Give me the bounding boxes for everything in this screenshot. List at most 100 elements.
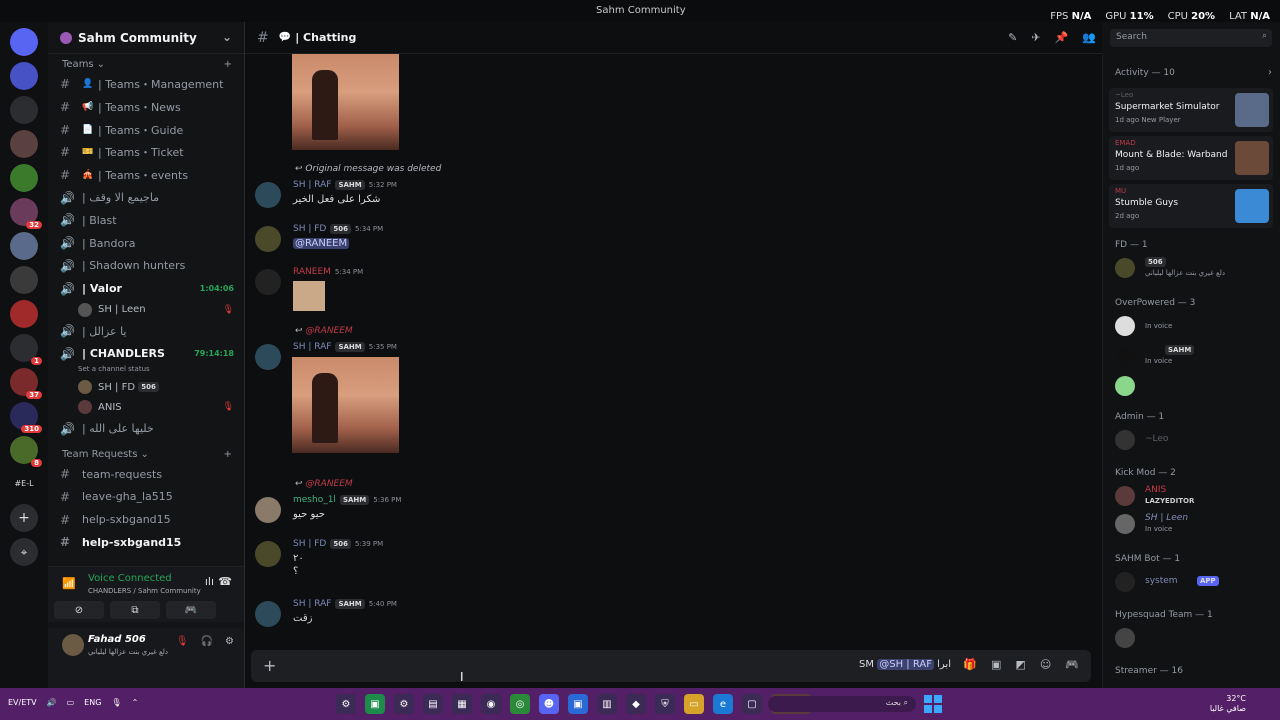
avatar[interactable] [255,497,281,523]
language-indicator[interactable]: ENG [84,698,101,707]
voice-channel[interactable]: 🔊 | ماجيمع الا وقف [48,186,244,209]
search-input[interactable]: Search ⌕ [1110,29,1272,47]
activity-button[interactable]: 🎮 [166,601,216,619]
shield-icon[interactable]: ⛨ [655,694,675,714]
upload-plus-icon[interactable]: + [263,656,276,675]
avatar[interactable] [255,182,281,208]
add-channel-icon[interactable]: + [224,59,232,70]
member-item[interactable]: ANIS LAZYEDITOR [1115,484,1275,508]
server-header[interactable]: Sahm Community ⌄ [48,22,244,54]
voice-channel[interactable]: 🔊 | يا عزالل [48,320,244,343]
server-icon[interactable]: 1 [10,334,42,365]
camera-button[interactable]: ⊘ [54,601,104,619]
emoji-icon[interactable]: ☺ [1040,658,1051,671]
app-icon[interactable]: ◆ [626,694,646,714]
reply-preview[interactable]: ↩ @RANEEM [295,479,353,489]
avatar[interactable] [255,344,281,370]
voice-channel-bandora[interactable]: 🔊 | Bandora [48,232,244,255]
voice-user[interactable]: SH | FD 506 [48,377,244,397]
obs-icon[interactable]: ◉ [481,694,501,714]
message-input[interactable]: SM @SH | RAF ابرا [859,659,951,670]
channel-leave[interactable]: # leave-gha_la515 [48,486,244,509]
image-attachment[interactable] [292,357,399,453]
members-icon[interactable]: 👥 [1082,31,1096,44]
apps-icon[interactable]: 🎮 [1065,658,1079,671]
signal-icon[interactable]: 📶 [62,577,76,590]
author-name[interactable]: SH | FD [293,224,326,234]
author-name[interactable]: RANEEM [293,267,331,277]
avatar[interactable] [255,601,281,627]
chevron-down-icon[interactable]: ⌄ [222,30,232,44]
voice-user[interactable]: SH | Leen 🎙 [48,300,244,320]
author-name[interactable]: SH | FD [293,539,326,549]
deafen-icon[interactable]: 🎧 [201,636,213,647]
member-item[interactable]: SH | Leen In voice [1115,512,1275,536]
taskbar-search[interactable]: بحث ⌕ [768,696,916,712]
category-team-requests[interactable]: Team Requests ⌄ + [48,446,244,463]
settings-icon[interactable]: ⚙ [394,694,414,714]
windows-start-icon[interactable] [924,695,942,713]
channel-teams-news[interactable]: # 📢 | Teams・News [48,96,244,119]
member-item[interactable]: 506 دلع غيري بنت عزالها ليلياني [1115,256,1275,280]
mention[interactable]: @RANEEM [293,238,350,249]
add-server-icon[interactable]: + [10,504,38,532]
mute-icon[interactable]: 🎙 [176,636,189,647]
battery-icon[interactable]: ▭ [67,698,75,707]
server-icon[interactable] [10,96,38,124]
member-item[interactable]: SAHM In voice [1115,344,1275,368]
server-icon[interactable] [10,232,38,260]
activity-card[interactable]: EMAD Mount & Blade: Warband 1d ago [1109,136,1273,180]
channel-help[interactable]: # help-sxbgand15 [48,508,244,531]
discord-icon[interactable]: ☻ [539,694,559,714]
voice-channel-chandlers[interactable]: 🔊 | CHANDLERS 79:14:18 [48,343,244,366]
voice-channel-blast[interactable]: 🔊 | Blast [48,209,244,232]
app-icon[interactable]: ▢ [742,694,762,714]
app-icon[interactable]: ▦ [452,694,472,714]
avatar[interactable] [255,541,281,567]
server-icon[interactable] [10,266,38,294]
channel-teams-ticket[interactable]: # 🎫 | Teams・Ticket [48,141,244,164]
member-item[interactable] [1115,626,1275,650]
channel-teams-guide[interactable]: # 📄 | Teams・Guide [48,118,244,141]
server-icon[interactable]: 32 [10,198,42,229]
image-attachment[interactable] [293,281,325,311]
avatar[interactable] [255,226,281,252]
reply-preview[interactable]: ↩ @RANEEM [295,326,353,336]
volume-icon[interactable]: 🔊 [47,698,57,707]
app-icon[interactable]: ▣ [568,694,588,714]
server-icon[interactable] [10,130,38,158]
threads-icon[interactable]: ✎ [1008,31,1017,44]
gift-icon[interactable]: 🎁 [963,658,977,671]
reply-preview[interactable]: ↩ Original message was deleted [295,164,441,174]
activity-card[interactable]: MU Stumble Guys 2d ago [1109,184,1273,228]
member-item[interactable]: system APP [1115,570,1275,594]
store-icon[interactable]: ▤ [423,694,443,714]
gear-icon[interactable]: ⚙ [225,636,234,647]
discord-home-icon[interactable] [10,28,38,56]
author-name[interactable]: SH | RAF [293,180,331,190]
channel-help-active[interactable]: # help-sxbgand15 [48,531,244,554]
chrome-icon[interactable]: ◎ [510,694,530,714]
disconnect-icon[interactable]: ☎ [218,575,232,588]
sticker-icon[interactable]: ◩ [1015,658,1025,671]
user-name[interactable]: Fahad 506 [88,634,146,645]
screen-share-button[interactable]: ⧉ [110,601,160,619]
avatar[interactable] [255,269,281,295]
app-icon[interactable]: ▣ [365,694,385,714]
server-icon[interactable] [10,164,38,192]
activity-card[interactable]: ~Leo Supermarket Simulator 1d ago New Pl… [1109,88,1273,132]
folder-icon[interactable]: ▭ [684,694,704,714]
avatar[interactable] [62,634,84,656]
image-attachment[interactable] [292,54,399,150]
server-icon[interactable] [10,62,38,90]
add-channel-icon[interactable]: + [224,449,232,460]
member-item[interactable]: ~Leo [1115,428,1275,452]
member-item[interactable] [1115,374,1275,398]
server-icon[interactable]: 8 [10,436,42,467]
author-name[interactable]: mesho_1l [293,495,336,505]
gif-icon[interactable]: ▣ [991,658,1001,671]
author-name[interactable]: SH | RAF [293,599,331,609]
server-icon[interactable] [10,300,38,328]
member-item[interactable]: In voice [1115,314,1275,338]
voice-user[interactable]: ANIS 🎙 [48,397,244,417]
